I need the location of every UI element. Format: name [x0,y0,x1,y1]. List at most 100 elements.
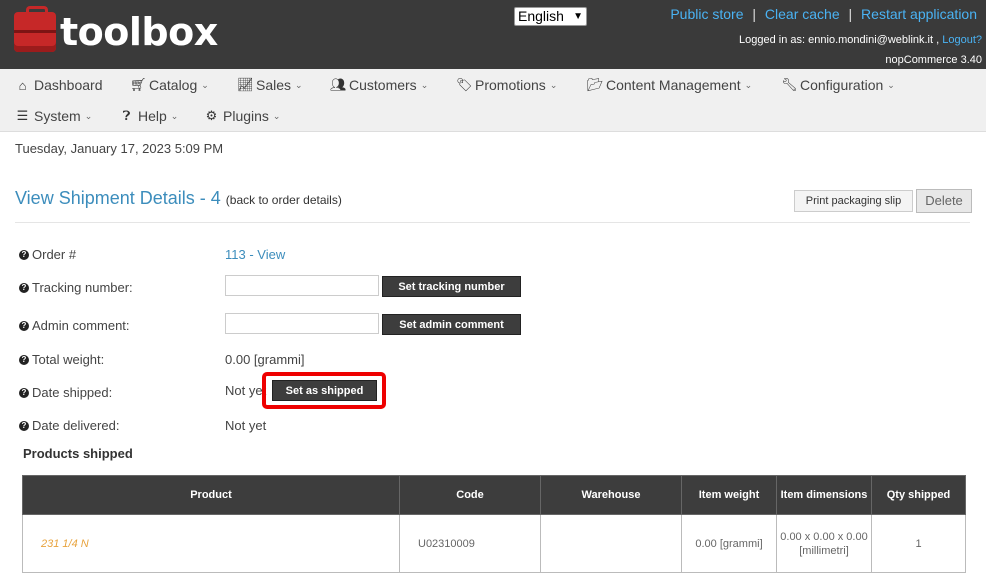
nav-customers[interactable]: 👥︎ Customers ⌄ [330,77,428,93]
set-as-shipped-button[interactable]: Set as shipped [272,380,377,401]
users-icon: 👥︎ [330,77,347,92]
clear-cache-link[interactable]: Clear cache [765,6,840,22]
nav-dashboard[interactable]: ⌂ Dashboard [15,77,103,93]
nav-configuration[interactable]: 🔧︎ Configuration ⌄ [781,77,895,93]
help-icon[interactable]: ? [19,320,29,331]
nav-help[interactable]: ❓︎ Help ⌄ [119,108,179,124]
admin-comment-input[interactable] [225,313,379,334]
server-icon: ☰ [16,108,29,123]
col-qty-shipped[interactable]: Qty shipped [871,475,966,515]
nav-content-management[interactable]: 📂︎ Content Management ⌄ [587,77,752,93]
order-label: Order # [32,247,77,262]
col-product[interactable]: Product [22,475,400,515]
tracking-row: ? Tracking number: [19,280,133,295]
link-separator: | [752,6,757,22]
products-shipped-title: Products shipped [23,446,133,461]
page-title: View Shipment Details - 4 (back to order… [15,188,342,208]
date-shipped-label: Date shipped: [32,385,113,400]
nav-content-management-label: Content Management [606,77,741,93]
chevron-down-icon: ⌄ [272,110,281,121]
version-label: nopCommerce 3.40 [885,54,982,66]
page-title-text: View Shipment Details - 4 [15,188,221,208]
nav-sales-label: Sales [256,77,292,93]
logo[interactable]: toolbox [14,6,218,54]
col-code[interactable]: Code [399,475,541,515]
help-icon[interactable]: ? [19,354,29,365]
tracking-number-input[interactable] [225,275,379,296]
col-item-weight[interactable]: Item weight [681,475,777,515]
back-to-order-link[interactable]: (back to order details) [226,193,342,207]
help-icon[interactable]: ? [19,420,29,431]
date-delivered-value: Not yet [225,418,267,433]
help-icon[interactable]: ? [19,387,29,398]
logged-in-label: Logged in as: ennio.mondini@weblink.it , [739,34,940,46]
admin-comment-label: Admin comment: [32,318,130,333]
chevron-down-icon: ⌄ [295,79,303,90]
chevron-down-icon: ⌄ [170,110,179,121]
chevron-down-icon: ⌄ [549,79,558,90]
col-warehouse[interactable]: Warehouse [540,475,682,515]
product-item-dimensions: 0.00 x 0.00 x 0.00 [millimetri] [776,514,872,573]
nav-promotions-label: Promotions [475,77,546,93]
product-qty-shipped: 1 [871,514,966,573]
restart-application-link[interactable]: Restart application [861,6,977,22]
nav-sales[interactable]: 📈︎ Sales ⌄ [237,77,303,93]
nav-plugins[interactable]: ⚙ Plugins ⌄ [204,108,281,124]
table-row: 231 1/4 N U02310009 0.00 [grammi] 0.00 x… [22,514,966,573]
col-item-dimensions[interactable]: Item dimensions [776,475,872,515]
gears-icon: ⚙ [205,108,218,123]
logo-text: toolbox [60,10,218,54]
date-shipped-value: Not yet [225,383,267,398]
chart-icon: 📈︎ [237,77,254,92]
chevron-down-icon: ⌄ [887,79,895,90]
question-circle-icon: ❓︎ [122,108,131,123]
product-code: U02310009 [399,514,541,573]
chevron-down-icon: ▼ [573,11,583,22]
help-icon[interactable]: ? [19,282,29,293]
cart-icon: 🛒︎ [130,77,147,92]
chevron-down-icon: ⌄ [420,79,429,90]
title-row: View Shipment Details - 4 (back to order… [15,188,972,213]
link-separator: | [848,6,853,22]
nav-customers-label: Customers [349,77,417,93]
set-admin-comment-button[interactable]: Set admin comment [382,314,521,335]
nav-catalog-label: Catalog [149,77,198,93]
chevron-down-icon: ⌄ [201,79,209,90]
delete-button[interactable]: Delete [916,189,972,213]
total-weight-label: Total weight: [32,352,105,367]
language-select-value: English [518,8,564,24]
admin-comment-row: ? Admin comment: [19,318,130,333]
chevron-down-icon: ⌄ [84,110,93,121]
table-header-row: Product Code Warehouse Item weight Item … [22,475,966,515]
logout-link[interactable]: Logout? [942,34,982,46]
products-table: Product Code Warehouse Item weight Item … [22,475,966,573]
folder-icon: 📂︎ [587,77,604,92]
language-select[interactable]: English ▼ [514,7,587,26]
logged-in-info: Logged in as: ennio.mondini@weblink.it ,… [739,34,982,46]
nav-system[interactable]: ☰ System ⌄ [15,108,93,124]
nav-catalog[interactable]: 🛒︎ Catalog ⌄ [130,77,209,93]
date-shipped-row: ? Date shipped: [19,385,112,400]
total-weight-value: 0.00 [grammi] [225,352,305,367]
date-delivered-label: Date delivered: [32,418,120,433]
current-date: Tuesday, January 17, 2023 5:09 PM [15,141,224,156]
help-icon[interactable]: ? [19,249,29,260]
nav-promotions[interactable]: 🏷︎ Promotions ⌄ [456,77,557,93]
home-icon: ⌂ [18,77,27,93]
main-nav: ⌂ Dashboard 🛒︎ Catalog ⌄ 📈︎ Sales ⌄ 👥︎ C… [0,69,986,132]
tracking-label: Tracking number: [32,280,133,295]
toolbox-icon [14,6,56,52]
date-delivered-row: ? Date delivered: [19,418,119,433]
nav-system-label: System [34,108,81,124]
order-view-link[interactable]: 113 - View [225,247,285,262]
nav-configuration-label: Configuration [800,77,884,93]
set-tracking-number-button[interactable]: Set tracking number [382,276,521,297]
product-warehouse [540,514,682,573]
nav-plugins-label: Plugins [223,108,269,124]
public-store-link[interactable]: Public store [670,6,743,22]
product-name-link[interactable]: 231 1/4 N [22,514,400,573]
chevron-down-icon: ⌄ [744,79,753,90]
print-packaging-slip-button[interactable]: Print packaging slip [794,190,913,212]
nav-dashboard-label: Dashboard [34,77,103,93]
order-row: ? Order # [19,247,76,262]
